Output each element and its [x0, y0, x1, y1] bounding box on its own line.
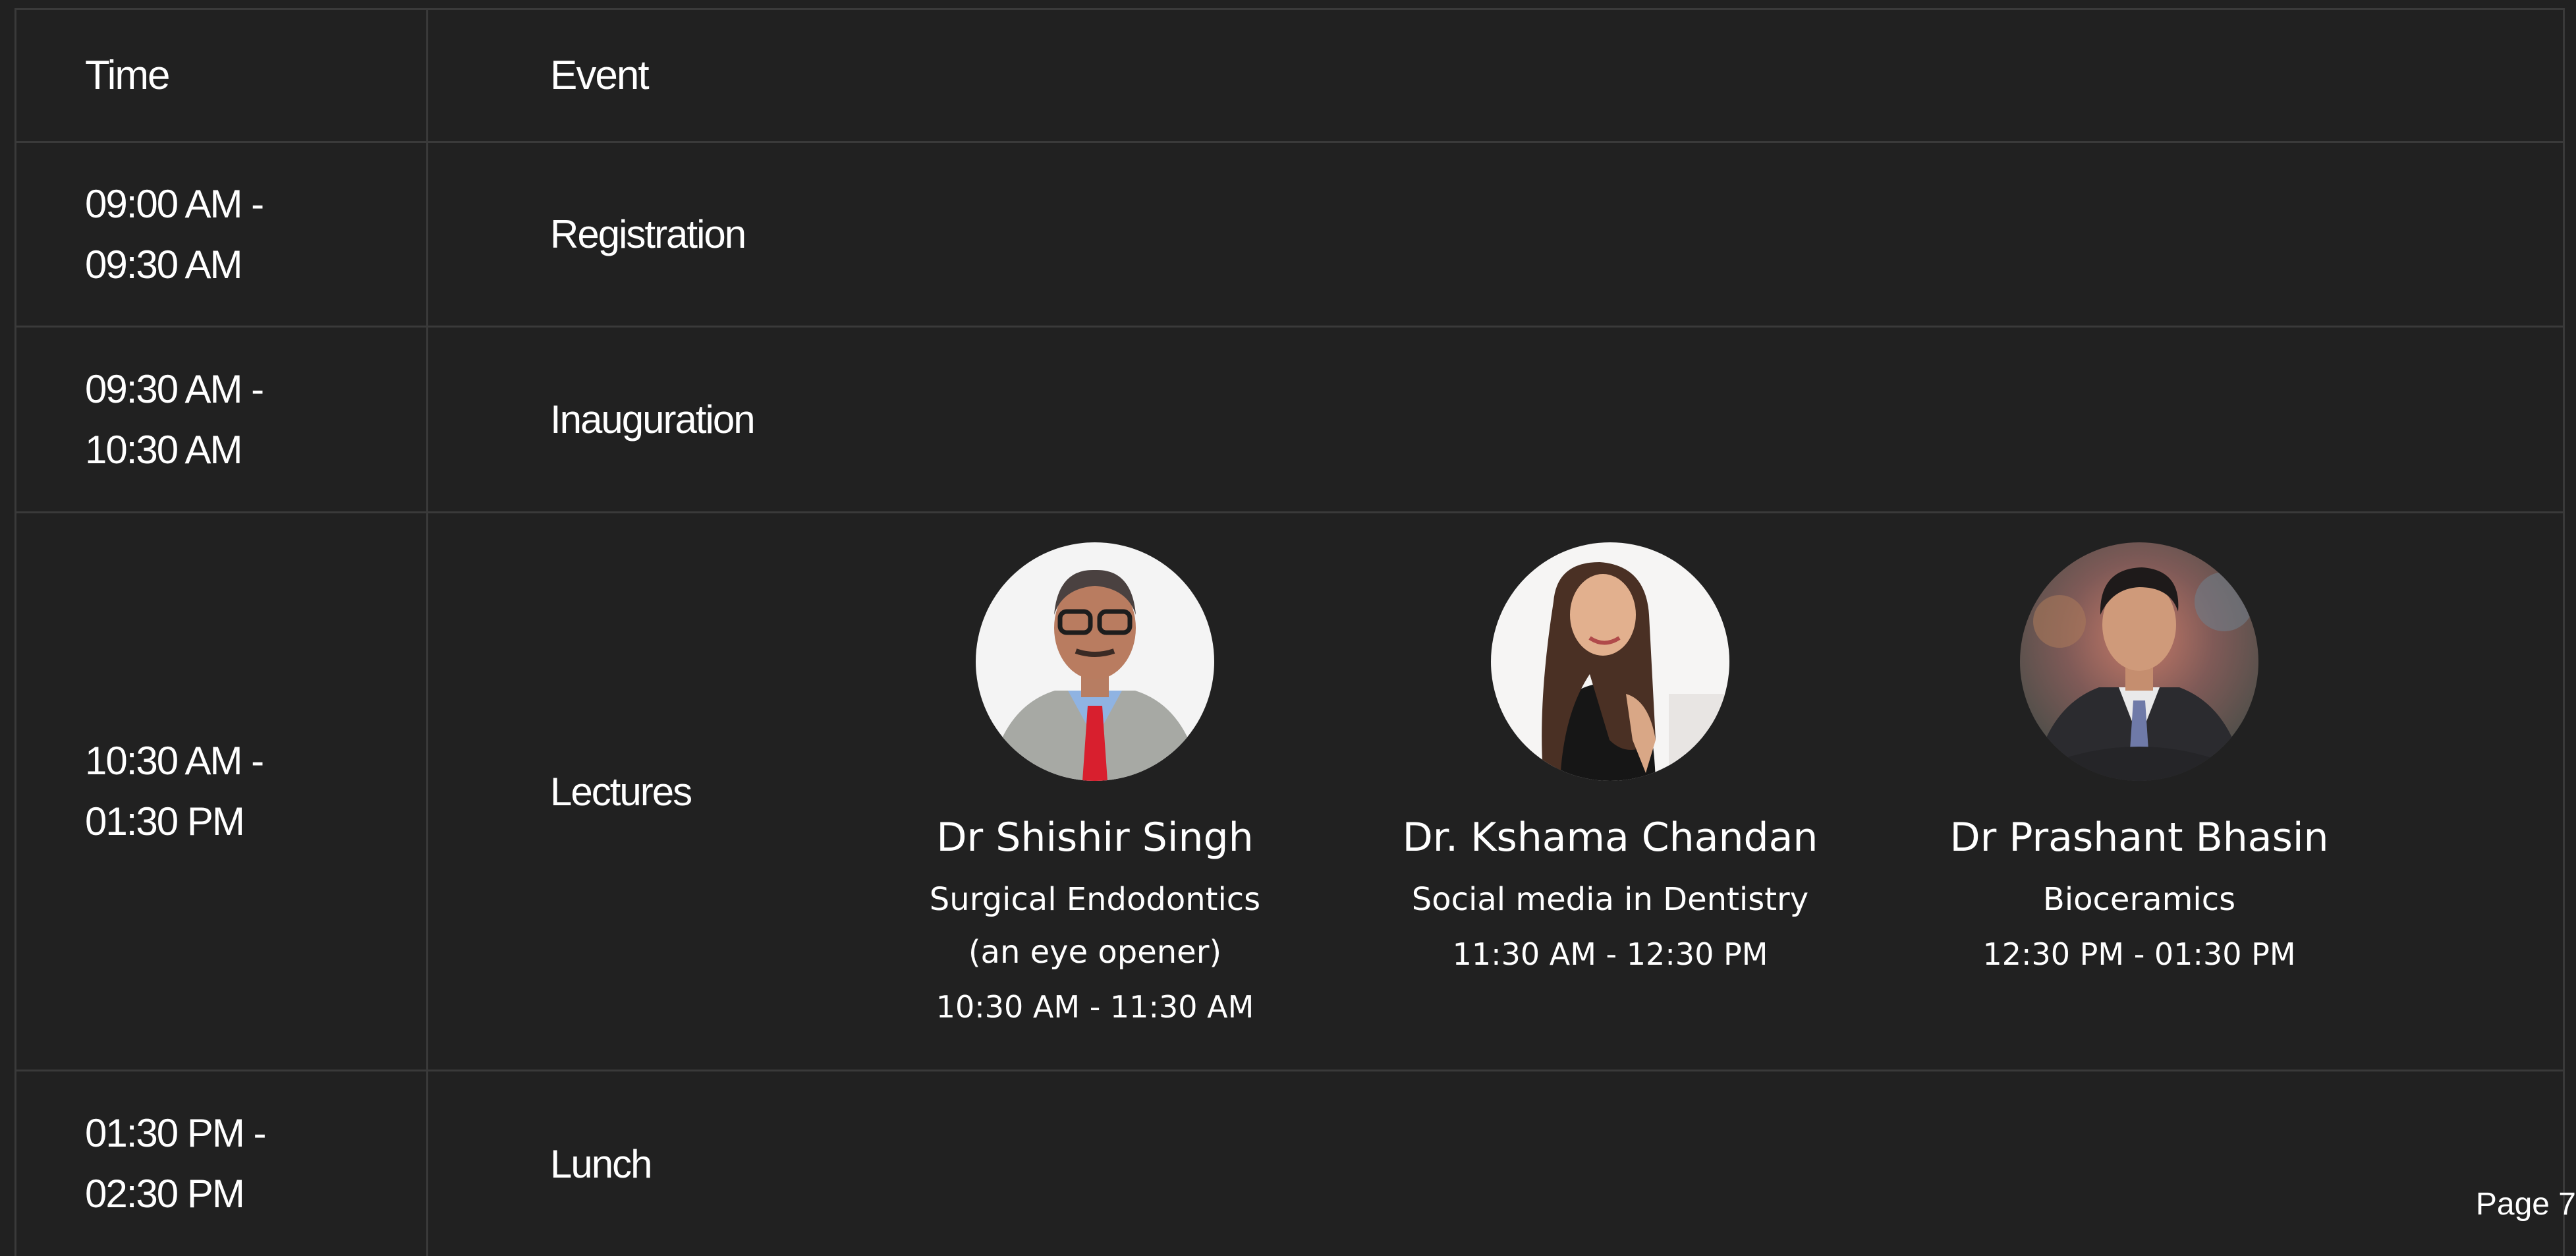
topic-line: Social media in Dentistry [1411, 881, 1809, 918]
speaker-topic: Bioceramics [1876, 873, 2403, 926]
time-cell: 09:00 AM - 09:30 AM [16, 143, 428, 326]
table-row: 01:30 PM - 02:30 PM Lunch [16, 1071, 2565, 1256]
event-cell: Lunch [428, 1071, 2563, 1256]
speaker-name: Dr Prashant Bhasin [1949, 814, 2329, 861]
event-cell: Registration [428, 143, 2563, 326]
speaker-time: 11:30 AM - 12:30 PM [1452, 936, 1768, 972]
speaker-photo-woman-icon [1491, 542, 1729, 781]
time-cell: 10:30 AM - 01:30 PM [16, 513, 428, 1070]
speaker-photo-man-glasses-icon [976, 542, 1214, 781]
speaker-topic: Social media in Dentistry [1347, 873, 1874, 926]
schedule-table: Time Event 09:00 AM - 09:30 AM Registrat… [14, 8, 2565, 1256]
time-start: 10:30 AM - [85, 739, 264, 783]
speaker-card: Dr Shishir Singh Surgical Endodontics (a… [831, 542, 1358, 1029]
time-start: 09:00 AM - [85, 181, 264, 226]
event-cell: Inauguration [428, 328, 2563, 511]
time-end: 09:30 AM [85, 242, 243, 287]
speaker-card: Dr. Kshama Chandan Social media in Denti… [1347, 542, 1874, 976]
speaker-name: Dr. Kshama Chandan [1402, 814, 1818, 861]
topic-line: (an eye opener) [968, 934, 1222, 971]
time-start: 01:30 PM - [85, 1111, 266, 1155]
table-row: 09:00 AM - 09:30 AM Registration [16, 143, 2565, 328]
time-start: 09:30 AM - [85, 366, 264, 411]
speaker-topic: Surgical Endodontics (an eye opener) [831, 873, 1358, 979]
page-number: Page 7 [2475, 1187, 2576, 1222]
topic-line: Surgical Endodontics [929, 881, 1261, 918]
table-row: 09:30 AM - 10:30 AM Inauguration [16, 328, 2565, 513]
time-cell: 09:30 AM - 10:30 AM [16, 328, 428, 511]
speaker-photo-man-suit-icon [2020, 542, 2258, 781]
event-name: Registration [550, 212, 746, 256]
time-end: 02:30 PM [85, 1172, 245, 1216]
speaker-card: Dr Prashant Bhasin Bioceramics 12:30 PM … [1876, 542, 2403, 976]
time-cell: 01:30 PM - 02:30 PM [16, 1071, 428, 1256]
time-end: 10:30 AM [85, 427, 243, 472]
topic-line: Bioceramics [2042, 881, 2236, 918]
speaker-list: Dr Shishir Singh Surgical Endodontics (a… [428, 513, 2563, 1070]
event-name: Inauguration [550, 397, 756, 442]
speaker-time: 12:30 PM - 01:30 PM [1982, 936, 2296, 972]
event-cell: Lectures Dr Shishir Singh Surgical Endod… [428, 513, 2563, 1070]
header-event: Event [550, 53, 650, 98]
speaker-time: 10:30 AM - 11:30 AM [936, 989, 1254, 1025]
header-time: Time [16, 10, 428, 141]
table-row: 10:30 AM - 01:30 PM Lectures Dr Shishir … [16, 513, 2565, 1071]
table-header-row: Time Event [16, 10, 2565, 143]
speaker-name: Dr Shishir Singh [936, 814, 1254, 861]
event-name: Lunch [550, 1141, 652, 1186]
time-end: 01:30 PM [85, 799, 245, 843]
